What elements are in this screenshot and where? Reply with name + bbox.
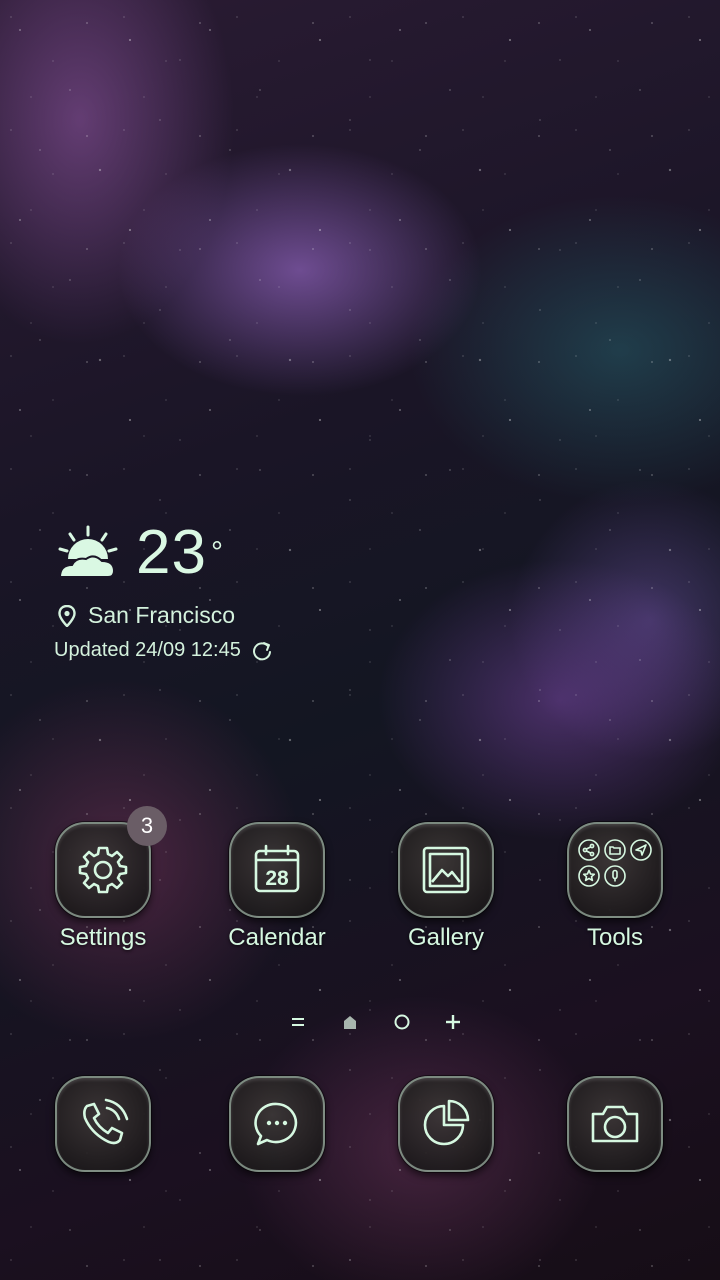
app-label-gallery: Gallery	[407, 924, 485, 951]
app-label-calendar: Calendar	[228, 924, 326, 951]
file-folder-icon	[604, 839, 626, 861]
app-tools[interactable]: Tools	[540, 822, 690, 952]
weather-location: San Francisco	[88, 602, 236, 628]
temperature: 23	[136, 518, 207, 587]
app-label-tools: Tools	[586, 924, 644, 951]
calendar-tile[interactable]: 28	[229, 822, 325, 918]
send-icon	[630, 839, 652, 861]
messages-icon	[254, 1102, 298, 1146]
tools-folder-tile[interactable]	[567, 822, 663, 918]
phone-icon	[83, 1098, 129, 1145]
gallery-icon	[422, 846, 470, 894]
app-gallery[interactable]: Gallery	[371, 822, 521, 952]
refresh-icon[interactable]	[251, 640, 273, 662]
app-label-settings: Settings	[59, 924, 147, 951]
dock-camera[interactable]	[540, 1076, 690, 1172]
folder-icon	[578, 839, 652, 887]
weather-updated-time: Updated 24/09 12:45	[54, 639, 241, 661]
dock-messages[interactable]	[202, 1076, 352, 1172]
gallery-tile[interactable]	[398, 822, 494, 918]
add-page-icon[interactable]	[441, 1010, 465, 1034]
messages-tile[interactable]	[229, 1076, 325, 1172]
settings-tile[interactable]: 3	[55, 806, 167, 918]
app-calendar[interactable]: 28 Calendar	[202, 822, 352, 952]
camera-icon	[591, 1105, 639, 1143]
degree-symbol: °	[210, 536, 223, 569]
dock-pie-chart-app[interactable]	[371, 1076, 521, 1172]
gear-icon	[78, 846, 128, 894]
share-icon	[578, 839, 600, 861]
calendar-icon: 28	[254, 844, 300, 893]
star-icon	[578, 865, 600, 887]
menu-indicator[interactable]	[286, 1010, 310, 1034]
phone-tile[interactable]	[55, 1076, 151, 1172]
pie-chart-icon	[423, 1099, 470, 1146]
notification-badge: 3	[127, 806, 167, 846]
app-settings[interactable]: 3 Settings	[28, 806, 178, 952]
dock	[0, 1076, 720, 1176]
pie-chart-tile[interactable]	[398, 1076, 494, 1172]
location-pin-icon	[58, 604, 76, 627]
calendar-day: 28	[265, 867, 289, 890]
dock-phone[interactable]	[28, 1076, 178, 1172]
home-indicator[interactable]	[338, 1010, 362, 1034]
partly-cloudy-sun-icon	[58, 525, 118, 578]
app-grid: 3 Settings 28 Calendar Gallery Tools	[0, 806, 720, 962]
weather-widget[interactable]: 23 ° San Francisco Updated 24/09 12:45	[54, 520, 273, 662]
voice-recorder-icon	[604, 865, 626, 887]
camera-tile[interactable]	[567, 1076, 663, 1172]
page-dot[interactable]	[390, 1010, 414, 1034]
page-indicator	[0, 1010, 720, 1034]
home-screen: 23 ° San Francisco Updated 24/09 12:45 3…	[0, 0, 720, 1280]
